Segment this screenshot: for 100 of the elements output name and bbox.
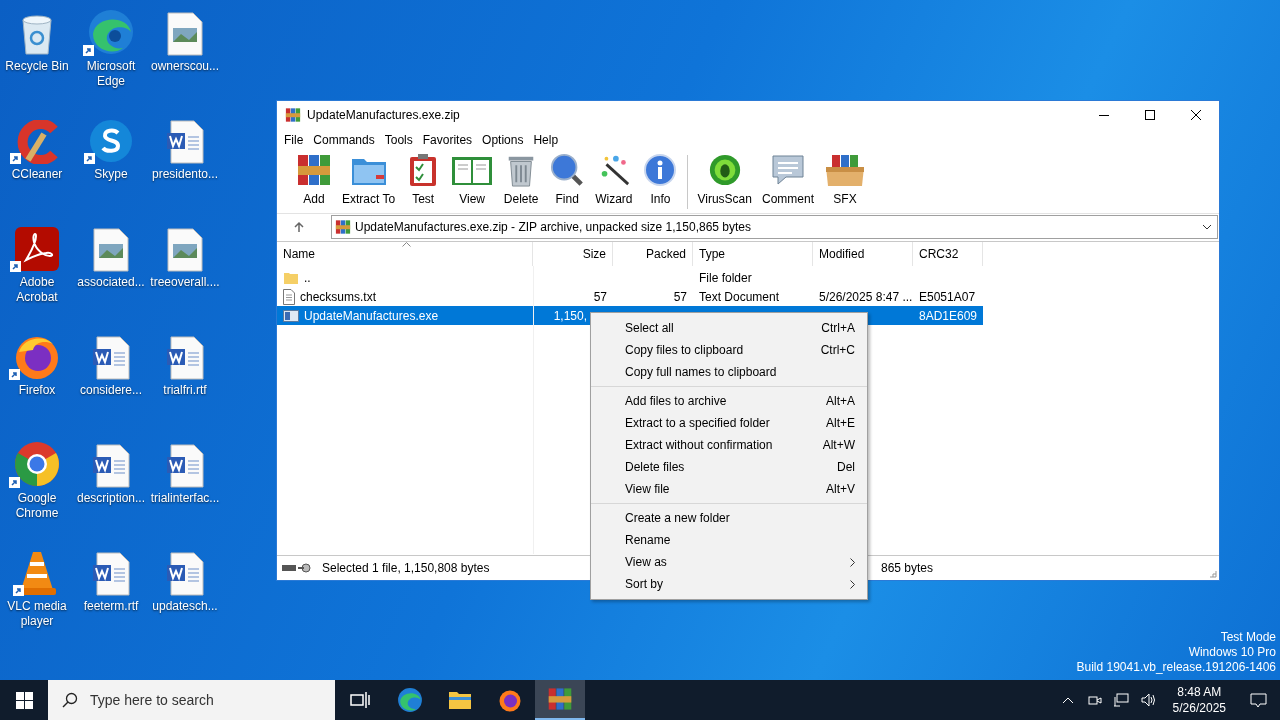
up-arrow-icon xyxy=(293,220,305,233)
desktop-icon-label[interactable]: ownerscou... xyxy=(148,59,222,74)
toolbar-button[interactable]: Extract To xyxy=(337,153,401,211)
clock-date[interactable]: 5/26/2025 xyxy=(1172,700,1226,716)
status-text: 865 bytes xyxy=(881,560,934,577)
toolbar-button[interactable]: View xyxy=(446,153,499,211)
desktop-icon-label[interactable]: Microsoft Edge xyxy=(74,59,148,89)
search-field[interactable]: Type here to search xyxy=(48,680,335,720)
minimize-icon xyxy=(1099,114,1109,116)
toolbar-button[interactable]: Test xyxy=(400,153,447,211)
desktop-icon-label[interactable]: Google Chrome xyxy=(0,491,74,521)
word-document-icon xyxy=(166,552,204,596)
desktop-icon-label[interactable]: trialinterfac... xyxy=(148,491,222,506)
image-file-icon xyxy=(93,228,129,272)
toolbar-button[interactable]: Delete xyxy=(498,153,545,211)
maximize-icon xyxy=(1145,110,1155,120)
taskbar-app[interactable] xyxy=(535,680,585,720)
context-menu-item[interactable]: Delete files Del xyxy=(591,456,867,478)
status-text: Selected 1 file, 1,150,808 bytes xyxy=(322,560,491,577)
chevron-up-icon xyxy=(1061,696,1074,704)
desktop-icon-label[interactable]: considere... xyxy=(74,383,148,398)
context-menu-item[interactable]: Copy full names to clipboard xyxy=(591,361,867,383)
column-header[interactable]: Modified xyxy=(813,242,913,266)
file-row[interactable]: .. File folder xyxy=(277,268,983,287)
clock-time[interactable]: 8:48 AM xyxy=(1177,684,1222,700)
acrobat-icon xyxy=(14,226,60,272)
context-menu-item[interactable]: View file Alt+V xyxy=(591,478,867,500)
close-icon xyxy=(1191,110,1201,120)
folder-icon xyxy=(448,690,472,710)
cell-text: E5051A07 xyxy=(919,288,976,306)
file-row[interactable]: checksums.txt 57 57 Text Document 5/26/2025 8:47 ... E5051A07 xyxy=(277,287,983,306)
desktop-icon-label[interactable]: trialfri.rtf xyxy=(148,383,222,398)
window-title: UpdateManufactures.exe.zip xyxy=(307,107,460,124)
books-icon xyxy=(547,687,573,711)
cell-text: 57 xyxy=(593,288,607,306)
archive-icon xyxy=(285,107,301,123)
network-icon xyxy=(1113,693,1129,707)
context-menu-item[interactable]: Add files to archive Alt+A xyxy=(591,390,867,412)
desktop-icon-label[interactable]: VLC media player xyxy=(0,599,74,629)
word-document-icon xyxy=(166,120,204,164)
menu-item[interactable]: File xyxy=(279,130,309,150)
desktop-icon-label[interactable]: Skype xyxy=(74,167,148,182)
toolbar-button[interactable]: Comment xyxy=(756,153,819,211)
system-info-text: Test Mode xyxy=(1220,630,1276,645)
column-header[interactable]: Packed xyxy=(613,242,693,266)
toolbar-button[interactable]: Info xyxy=(637,153,684,211)
notification-icon xyxy=(1249,692,1267,708)
desktop-icon-label[interactable]: Firefox xyxy=(0,383,74,398)
context-menu-item[interactable]: Rename xyxy=(591,529,867,551)
context-menu-item[interactable]: Extract to a specified folder Alt+E xyxy=(591,412,867,434)
toolbar-button[interactable]: VirusScan xyxy=(692,153,757,211)
desktop-icon-label[interactable]: Recycle Bin xyxy=(0,59,74,74)
context-menu-item[interactable]: Select all Ctrl+A xyxy=(591,317,867,339)
system-info-text: Windows 10 Pro xyxy=(1188,645,1276,660)
desktop-icon-label[interactable]: presidento... xyxy=(148,167,222,182)
column-header[interactable]: CRC32 xyxy=(913,242,983,266)
desktop-icon-label[interactable]: associated... xyxy=(74,275,148,290)
search-icon xyxy=(62,692,78,708)
toolbar-button[interactable]: Wizard xyxy=(590,153,638,211)
firefox-icon xyxy=(498,688,522,712)
archive-icon xyxy=(335,218,351,235)
toolbar-button[interactable]: SFX xyxy=(819,153,871,211)
column-header[interactable]: Size xyxy=(533,242,613,266)
open-book-icon xyxy=(451,155,494,187)
toolbar-button[interactable]: Find xyxy=(544,153,591,211)
desktop-icon-label[interactable]: Adobe Acrobat xyxy=(0,275,74,305)
resize-grip-icon xyxy=(1209,570,1217,578)
menu-item[interactable]: Commands xyxy=(308,130,380,150)
column-header[interactable]: Type xyxy=(693,242,813,266)
menu-item[interactable]: Tools xyxy=(379,130,418,150)
cell-text: 1,150, xyxy=(553,307,587,325)
image-file-icon xyxy=(167,228,203,272)
menu-item[interactable]: Help xyxy=(528,130,564,150)
desktop-icon-label[interactable]: feeterm.rtf xyxy=(74,599,148,614)
archive-box-icon xyxy=(824,153,866,187)
image-file-icon xyxy=(167,12,203,56)
address-field[interactable]: UpdateManufactures.exe.zip - ZIP archive, unpacked size 1,150,865 bytes xyxy=(331,214,1218,239)
edge-icon xyxy=(87,8,135,56)
info-icon xyxy=(643,153,678,187)
context-menu-item[interactable]: Extract without confirmation Alt+W xyxy=(591,434,867,456)
cell-text: 5/26/2025 8:47 ... xyxy=(819,288,913,306)
context-menu-item[interactable]: Copy files to clipboard Ctrl+C xyxy=(591,339,867,361)
desktop-icon-label[interactable]: updatesch... xyxy=(148,599,222,614)
menu-item[interactable]: Favorites xyxy=(417,130,478,150)
context-menu-item[interactable]: View as xyxy=(591,551,867,573)
context-menu-item[interactable]: Create a new folder xyxy=(591,507,867,529)
toolbar-button[interactable]: Add xyxy=(291,153,337,211)
desktop-icon-label[interactable]: treeoverall.... xyxy=(148,275,222,290)
word-document-icon xyxy=(92,444,130,488)
desktop-icon-label[interactable]: description... xyxy=(74,491,148,506)
edge-icon xyxy=(397,687,423,713)
column-header[interactable]: Name xyxy=(277,242,533,266)
context-menu-item[interactable]: Sort by xyxy=(591,573,867,595)
menu-item[interactable]: Options xyxy=(477,130,529,150)
task-view-icon xyxy=(350,691,370,709)
cell-text: File folder xyxy=(699,269,752,287)
cell-text: checksums.txt xyxy=(300,288,377,306)
system-info-text: Build 19041.vb_release.191206-1406 xyxy=(1076,660,1276,675)
desktop-icon-label[interactable]: CCleaner xyxy=(0,167,74,182)
text-file-icon xyxy=(283,288,295,305)
